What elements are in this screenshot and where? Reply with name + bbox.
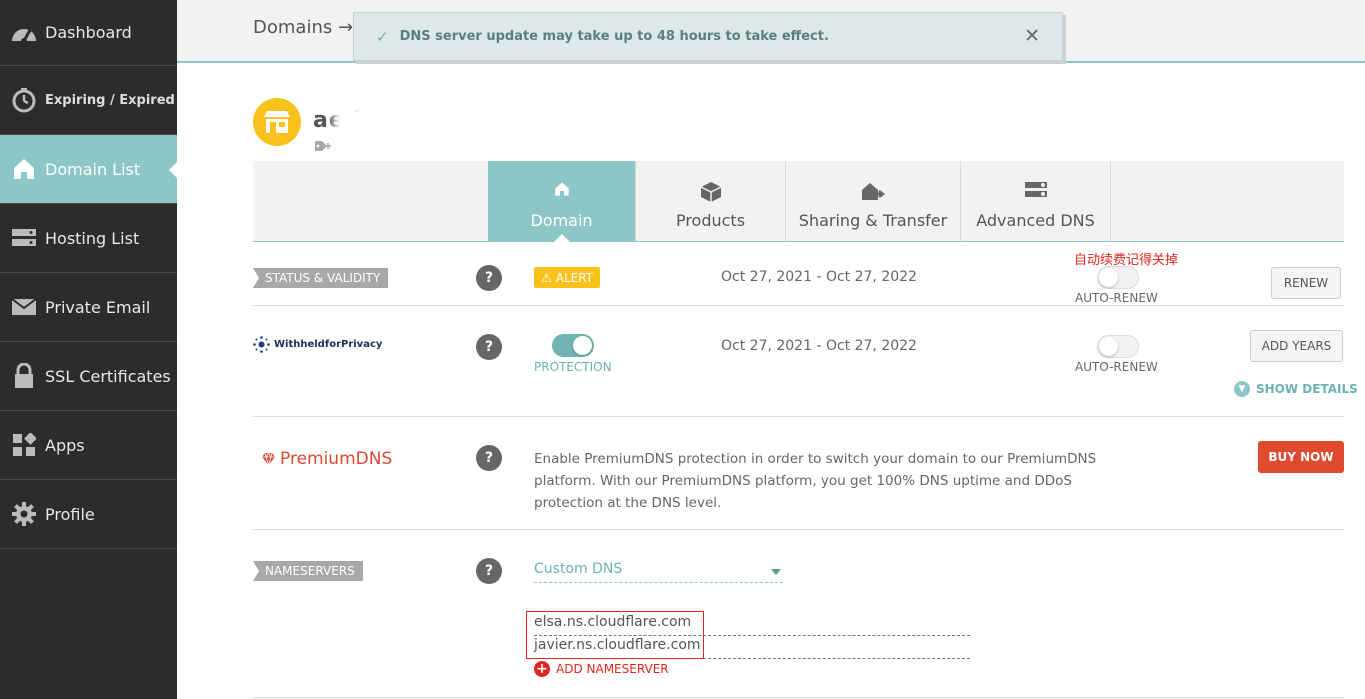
status-section-label: STATUS & VALIDITY — [253, 268, 389, 288]
chevron-down-icon — [771, 569, 781, 575]
premium-dns-logo: PremiumDNS — [261, 449, 392, 469]
tab-label: Domain — [530, 210, 593, 230]
help-icon[interactable]: ? — [476, 445, 502, 471]
server-stack-icon — [1024, 181, 1048, 203]
tab-sharing-transfer[interactable]: Sharing & Transfer — [786, 161, 961, 241]
buy-now-button[interactable]: BUY NOW — [1258, 441, 1344, 473]
plus-circle-icon: + — [534, 661, 550, 677]
show-details-link[interactable]: ▼ SHOW DETAILS — [1234, 381, 1358, 397]
tab-advanced-dns[interactable]: Advanced DNS — [961, 161, 1111, 241]
sidebar-item-label: Profile — [45, 504, 95, 524]
sidebar-item-label: Hosting List — [45, 228, 140, 248]
privacy-logo-icon — [253, 336, 270, 353]
auto-renew-label: AUTO-RENEW — [1075, 291, 1158, 305]
nameservers-section-label: NAMESERVERS — [253, 561, 363, 581]
sidebar-item-label: SSL Certificates — [45, 366, 171, 386]
privacy-auto-renew-label: AUTO-RENEW — [1075, 360, 1158, 374]
envelope-icon — [10, 293, 38, 321]
auto-renew-toggle[interactable] — [1097, 266, 1139, 289]
sidebar-item-label: Domain List — [45, 159, 141, 179]
tab-label: Products — [675, 210, 746, 230]
transfer-icon — [861, 181, 886, 203]
check-icon: ✓ — [376, 27, 389, 46]
domain-avatar — [253, 98, 301, 146]
add-years-button[interactable]: ADD YEARS — [1250, 330, 1343, 362]
toggle-knob — [1099, 268, 1118, 287]
sidebar-item-label: Private Email — [45, 297, 151, 317]
tab-products[interactable]: Products — [636, 161, 786, 241]
toggle-knob — [573, 336, 592, 355]
sidebar-item-profile[interactable]: Profile — [0, 480, 177, 549]
sidebar-item-domain-list[interactable]: Domain List — [0, 135, 178, 204]
protection-toggle[interactable] — [552, 334, 594, 357]
warning-icon: ⚠ — [541, 270, 552, 285]
tab-domain[interactable]: Domain — [488, 161, 636, 242]
help-icon[interactable]: ? — [476, 334, 502, 360]
home-icon — [10, 155, 38, 183]
box-icon — [700, 181, 722, 203]
add-nameserver-button[interactable]: + ADD NAMESERVER — [534, 661, 669, 677]
renew-button[interactable]: RENEW — [1271, 267, 1341, 299]
sidebar-item-apps[interactable]: Apps — [0, 411, 177, 480]
lock-icon — [10, 362, 38, 390]
add-tag-icon[interactable] — [314, 140, 332, 155]
privacy-dates: Oct 27, 2021 - Oct 27, 2022 — [721, 338, 917, 354]
toggle-knob — [1099, 337, 1118, 356]
tab-label: Sharing & Transfer — [798, 210, 948, 230]
chevron-down-icon: ▼ — [1234, 381, 1250, 397]
notification-banner: ✓ DNS server update may take up to 48 ho… — [353, 12, 1063, 61]
top-header: Domains → ✓ DNS server update may take u… — [177, 0, 1365, 63]
help-icon[interactable]: ? — [476, 265, 502, 291]
gear-icon — [10, 500, 38, 528]
premium-dns-description: Enable PremiumDNS protection in order to… — [534, 451, 1097, 511]
row-divider — [253, 697, 1344, 698]
sidebar-item-hosting-list[interactable]: Hosting List — [0, 204, 177, 273]
sidebar-item-label: Apps — [45, 435, 85, 455]
sidebar-item-ssl-certificates[interactable]: SSL Certificates — [0, 342, 177, 411]
sidebar-item-dashboard[interactable]: Dashboard — [0, 0, 177, 66]
withheld-for-privacy-logo: WithheldforPrivacy — [253, 336, 382, 353]
close-icon[interactable]: ✕ — [1024, 25, 1040, 47]
sidebar-item-label: Dashboard — [45, 23, 132, 42]
breadcrumb[interactable]: Domains → — [253, 17, 353, 38]
domain-tabs: Domain Products Sharing & Transfer Advan… — [253, 161, 1344, 242]
tab-label: Advanced DNS — [976, 210, 1095, 230]
protection-label: PROTECTION — [534, 360, 612, 374]
apps-grid-icon — [10, 431, 38, 459]
dns-type-select[interactable]: Custom DNS — [534, 561, 783, 583]
highlight-box — [526, 611, 704, 659]
home-icon — [554, 181, 570, 203]
speedometer-icon — [10, 19, 38, 47]
validity-dates: Oct 27, 2021 - Oct 27, 2022 — [721, 269, 917, 285]
row-divider — [253, 529, 1344, 530]
sidebar: Dashboard Expiring / Expired Domain List… — [0, 0, 178, 699]
storefront-icon — [264, 111, 290, 133]
sidebar-item-expiring[interactable]: Expiring / Expired — [0, 66, 177, 135]
sidebar-item-private-email[interactable]: Private Email — [0, 273, 177, 342]
server-icon — [10, 224, 38, 252]
notification-text: DNS server update may take up to 48 hour… — [399, 29, 829, 44]
diamond-icon — [262, 452, 275, 466]
help-icon[interactable]: ? — [476, 558, 502, 584]
sidebar-item-label: Expiring / Expired — [45, 92, 175, 108]
row-divider — [253, 416, 1344, 417]
timer-icon — [10, 86, 38, 114]
redaction-blur — [340, 112, 416, 134]
privacy-auto-renew-toggle[interactable] — [1097, 335, 1139, 358]
row-divider — [253, 305, 1344, 306]
alert-badge: ⚠ ALERT — [534, 267, 601, 288]
